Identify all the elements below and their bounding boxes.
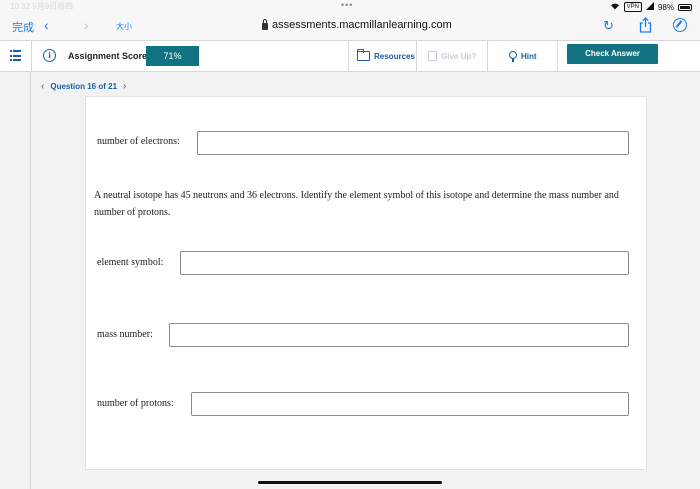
chevron-left-icon[interactable]: ‹ (41, 81, 44, 92)
chevron-left-icon[interactable]: ‹ (44, 17, 49, 33)
header-divider (557, 41, 558, 71)
hint-label: Hint (521, 51, 537, 61)
address-bar[interactable]: assessments.macmillanlearning.com (262, 18, 452, 31)
lightbulb-icon (509, 50, 517, 62)
assignment-header: i Assignment Score: 71% Resources Give U… (0, 40, 700, 72)
battery-percent: 98% (657, 2, 674, 12)
hint-button[interactable]: Hint (509, 41, 537, 71)
browser-toolbar: 完成 ‹ › 大小 assessments.macmillanlearning.… (0, 14, 700, 40)
element-symbol-input[interactable] (180, 251, 629, 275)
wifi-icon (610, 2, 620, 12)
menu-list-icon[interactable] (10, 50, 21, 61)
share-icon[interactable] (639, 17, 652, 33)
battery-icon (678, 3, 692, 11)
protons-input[interactable] (191, 392, 629, 416)
compass-icon[interactable] (673, 18, 687, 32)
check-answer-button[interactable]: Check Answer (567, 44, 658, 64)
text-size-button[interactable]: 大小 (116, 21, 132, 32)
question-prompt: A neutral isotope has 45 neutrons and 36… (94, 190, 619, 218)
resources-button[interactable]: Resources (357, 41, 415, 71)
chevron-right-icon[interactable]: › (123, 81, 126, 92)
electrons-input[interactable] (197, 131, 629, 155)
assignment-score-label: Assignment Score: (68, 51, 151, 61)
status-bar: 10:32 9月9日周四 ••• VPN 98% (0, 0, 700, 14)
chevron-right-icon[interactable]: › (84, 17, 89, 33)
signal-icon (645, 2, 654, 12)
header-divider (487, 41, 488, 71)
lock-icon (262, 18, 268, 30)
status-indicators: VPN 98% (610, 2, 692, 12)
question-card: number of electrons: A neutral isotope h… (85, 96, 647, 470)
left-rail (0, 72, 31, 489)
header-divider (416, 41, 417, 71)
question-nav: ‹ Question 16 of 21 › (41, 81, 126, 92)
score-badge: 71% (146, 46, 199, 66)
vpn-badge: VPN (623, 2, 642, 12)
header-divider (348, 41, 349, 71)
url-text: assessments.macmillanlearning.com (272, 19, 452, 31)
question-counter[interactable]: Question 16 of 21 (50, 82, 117, 91)
mass-number-label: mass number: (97, 329, 153, 340)
folder-icon (357, 49, 370, 61)
resources-label: Resources (374, 51, 415, 61)
element-symbol-label: element symbol: (97, 257, 164, 268)
header-divider (31, 41, 32, 71)
multitask-dots[interactable]: ••• (341, 0, 353, 10)
done-button[interactable]: 完成 (12, 19, 34, 35)
protons-label: number of protons: (97, 398, 174, 409)
flag-icon (428, 51, 437, 61)
mass-number-input[interactable] (169, 323, 629, 347)
info-icon[interactable]: i (43, 49, 56, 62)
home-indicator[interactable] (258, 481, 442, 484)
give-up-button[interactable]: Give Up? (428, 41, 476, 71)
status-time: 10:32 9月9日周四 (10, 2, 74, 11)
reload-icon[interactable]: ↻ (603, 18, 614, 34)
electrons-label: number of electrons: (97, 136, 180, 147)
give-up-label: Give Up? (441, 51, 477, 61)
